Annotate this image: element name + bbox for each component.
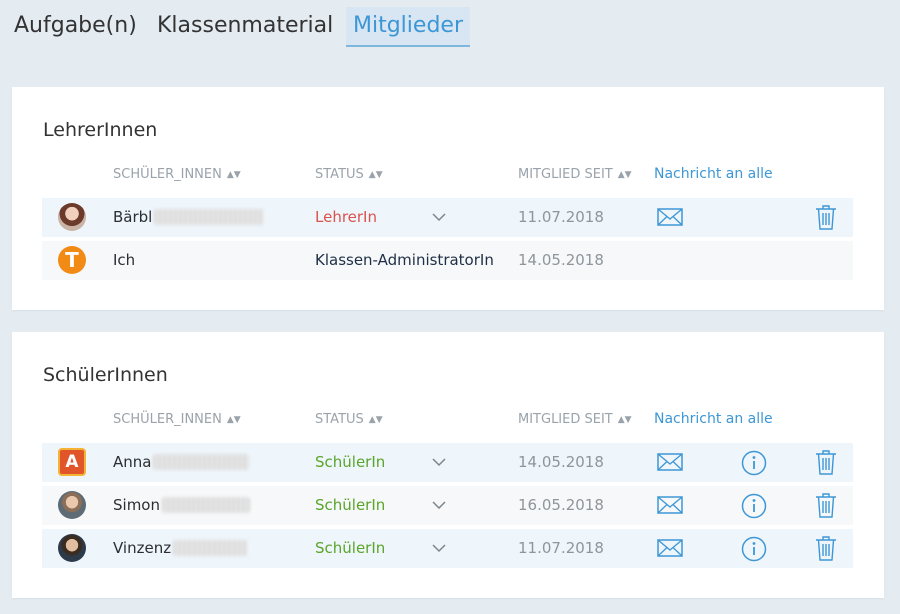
trash-icon[interactable] <box>815 204 837 230</box>
member-since: 11.07.2018 <box>518 208 604 226</box>
message-all-link[interactable]: Nachricht an alle <box>654 166 773 182</box>
students-title: SchülerInnen <box>43 364 168 386</box>
status-value: LehrerIn <box>315 208 377 226</box>
column-header-status[interactable]: STATUS ▲▼ <box>315 167 383 182</box>
member-name-text: Anna <box>113 453 152 471</box>
column-header-status-label: STATUS <box>315 412 364 427</box>
column-header-status-label: STATUS <box>315 167 364 182</box>
status-value: SchülerIn <box>315 453 386 471</box>
member-name-text: Bärbl <box>113 208 153 226</box>
chevron-down-icon[interactable] <box>432 498 446 512</box>
sort-updown-icon: ▲▼ <box>617 415 632 425</box>
envelope-icon[interactable] <box>657 453 683 471</box>
avatar: A <box>58 448 86 476</box>
envelope-icon[interactable] <box>657 496 683 514</box>
member-name: Simon <box>113 496 250 514</box>
info-circle-icon[interactable] <box>741 536 767 562</box>
column-header-name-label: SCHÜLER_INNEN <box>113 412 222 427</box>
envelope-icon[interactable] <box>657 208 683 226</box>
column-header-since[interactable]: MITGLIED SEIT ▲▼ <box>518 412 632 427</box>
redacted-text <box>173 540 248 556</box>
member-name: Ich <box>113 251 136 269</box>
column-header-status[interactable]: STATUS ▲▼ <box>315 412 383 427</box>
sort-updown-icon: ▲▼ <box>617 170 632 180</box>
member-since: 14.05.2018 <box>518 251 604 269</box>
status-value: SchülerIn <box>315 539 386 557</box>
teachers-title: LehrerInnen <box>43 119 158 141</box>
avatar-letter: T <box>65 248 79 272</box>
column-header-name[interactable]: SCHÜLER_INNEN ▲▼ <box>113 412 241 427</box>
tab-bar: Aufgabe(n) Klassenmaterial Mitglieder <box>0 0 900 47</box>
avatar <box>58 491 86 519</box>
redacted-text <box>154 209 265 225</box>
sort-updown-icon: ▲▼ <box>226 415 241 425</box>
member-name-text: Vinzenz <box>113 539 172 557</box>
tab-klassenmaterial[interactable]: Klassenmaterial <box>157 7 333 47</box>
info-circle-icon[interactable] <box>741 450 767 476</box>
column-header-name-label: SCHÜLER_INNEN <box>113 167 222 182</box>
member-name-text: Simon <box>113 496 160 514</box>
table-row: Bärbl LehrerIn 11.07.2018 <box>42 198 853 237</box>
table-row: T Ich Klassen-AdministratorIn 14.05.2018 <box>42 241 853 280</box>
avatar <box>58 203 86 231</box>
trash-icon[interactable] <box>815 535 837 561</box>
avatar-letter: A <box>65 452 79 472</box>
students-card: SchülerInnen SCHÜLER_INNEN ▲▼ STATUS ▲▼ MI… <box>12 332 884 598</box>
status-value: SchülerIn <box>315 496 386 514</box>
redacted-text <box>153 454 250 470</box>
table-row: Simon SchülerIn 16.05.2018 <box>42 486 853 525</box>
redacted-text <box>162 497 250 513</box>
status-value: Klassen-AdministratorIn <box>315 251 494 269</box>
column-header-since-label: MITGLIED SEIT <box>518 412 613 427</box>
column-header-since[interactable]: MITGLIED SEIT ▲▼ <box>518 167 632 182</box>
sort-updown-icon: ▲▼ <box>368 170 383 180</box>
chevron-down-icon[interactable] <box>432 210 446 224</box>
table-row: A Anna SchülerIn 14.05.2018 <box>42 443 853 482</box>
avatar <box>58 534 86 562</box>
chevron-down-icon[interactable] <box>432 455 446 469</box>
member-name: Anna <box>113 453 250 471</box>
sort-updown-icon: ▲▼ <box>368 415 383 425</box>
member-since: 16.05.2018 <box>518 496 604 514</box>
tab-mitglieder[interactable]: Mitglieder <box>346 7 470 47</box>
teachers-card: LehrerInnen SCHÜLER_INNEN ▲▼ STATUS ▲▼ MIT… <box>12 87 884 310</box>
column-header-name[interactable]: SCHÜLER_INNEN ▲▼ <box>113 167 241 182</box>
chevron-down-icon[interactable] <box>432 541 446 555</box>
avatar: T <box>58 246 86 274</box>
member-since: 14.05.2018 <box>518 453 604 471</box>
member-name: Vinzenz <box>113 539 248 557</box>
tab-aufgaben[interactable]: Aufgabe(n) <box>14 7 137 47</box>
info-circle-icon[interactable] <box>741 493 767 519</box>
sort-updown-icon: ▲▼ <box>226 170 241 180</box>
message-all-link[interactable]: Nachricht an alle <box>654 411 773 427</box>
trash-icon[interactable] <box>815 492 837 518</box>
member-since: 11.07.2018 <box>518 539 604 557</box>
envelope-icon[interactable] <box>657 539 683 557</box>
member-name: Bärbl <box>113 208 265 226</box>
column-header-since-label: MITGLIED SEIT <box>518 167 613 182</box>
trash-icon[interactable] <box>815 449 837 475</box>
table-row: Vinzenz SchülerIn 11.07.2018 <box>42 529 853 568</box>
